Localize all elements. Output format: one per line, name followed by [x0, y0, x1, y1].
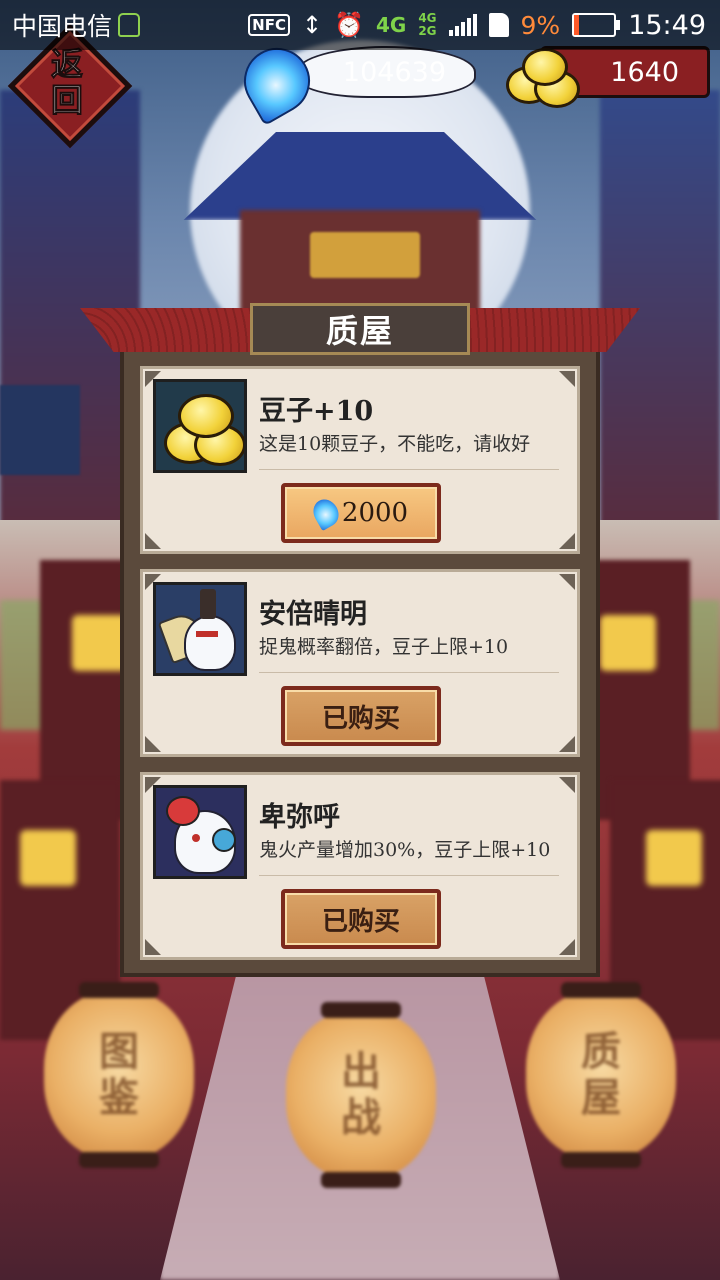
shop-item-seimei: 安倍晴明 捉鬼概率翻倍，豆子上限+10 已购买 — [140, 569, 580, 757]
shop-item-himiko: 卑弥呼 鬼火产量增加30%，豆子上限+10 已购买 — [140, 772, 580, 960]
battery-fill — [574, 15, 579, 35]
lantern-label: 出战 — [341, 1048, 381, 1141]
item-description: 捉鬼概率翻倍，豆子上限+10 — [259, 636, 509, 658]
beans-icon — [502, 46, 580, 108]
vibrate-icon: ↕ — [301, 11, 323, 39]
back-label-char: 返 — [50, 45, 83, 83]
divider — [259, 672, 559, 673]
lantern-cap — [321, 1002, 401, 1018]
beans-value: 1640 — [610, 56, 679, 88]
panel-title: 质屋 — [250, 303, 470, 355]
price-label: 2000 — [341, 498, 409, 528]
ghost-fire-value: 104639 — [342, 56, 446, 88]
buy-button[interactable]: 2000 — [281, 483, 441, 543]
lamp-light-right — [600, 615, 656, 671]
shop-item-beans: 豆子+10 这是10颗豆子，不能吃，请收好 2000 — [140, 366, 580, 554]
item-description: 这是10颗豆子，不能吃，请收好 — [259, 433, 531, 455]
item-name: 卑弥呼 — [259, 802, 340, 833]
left-building-sign — [0, 385, 80, 475]
lantern-collection[interactable]: 图鉴 — [44, 982, 194, 1168]
vpn-lock-icon — [118, 13, 141, 37]
back-label-char: 回 — [50, 81, 83, 119]
lamp-light-left-lower — [20, 830, 76, 886]
purchased-label: 已购买 — [321, 906, 400, 937]
himiko-ghost-icon — [153, 785, 247, 879]
lantern-cap — [321, 1172, 401, 1188]
item-name: 安倍晴明 — [259, 599, 367, 630]
lantern-label: 图鉴 — [99, 1028, 139, 1121]
item-name: 豆子+10 — [259, 396, 374, 427]
lantern-cap — [561, 1152, 641, 1168]
ghost-fire-icon — [308, 494, 344, 532]
network-label-2g: 2G — [418, 24, 437, 38]
carrier-name: 中国电信 — [12, 12, 113, 41]
lantern-cap — [79, 1152, 159, 1168]
purchased-label: 已购买 — [321, 703, 400, 734]
status-bar: 中国电信 NFC ↕ ⏰ 4G 4G 2G 9% 15:49 — [0, 0, 720, 50]
lantern-battle[interactable]: 出战 — [286, 1002, 436, 1188]
item-description: 鬼火产量增加30%，豆子上限+10 — [259, 839, 551, 861]
lantern-cap — [79, 982, 159, 998]
sim-card-icon — [488, 13, 509, 37]
divider — [259, 875, 559, 876]
purchased-button[interactable]: 已购买 — [281, 889, 441, 949]
alarm-icon: ⏰ — [334, 11, 364, 39]
back-button-label: 返 回 — [12, 45, 122, 119]
battery-icon — [572, 13, 621, 37]
network-type: 4G — [375, 13, 407, 37]
nfc-icon: NFC — [248, 14, 290, 36]
lantern-shop[interactable]: 质屋 — [526, 982, 676, 1168]
purchased-button[interactable]: 已购买 — [281, 686, 441, 746]
battery-percent: 9% — [520, 10, 561, 40]
lantern-label: 质屋 — [581, 1028, 621, 1121]
seimei-ghost-icon — [153, 582, 247, 676]
temple-sign — [310, 232, 420, 278]
lamp-light-right-lower — [646, 830, 702, 886]
beans-icon — [153, 379, 247, 473]
ghost-fire-counter: 104639 — [296, 46, 476, 98]
lantern-cap — [561, 982, 641, 998]
clock: 15:49 — [628, 9, 706, 41]
divider — [259, 469, 559, 470]
network-type-secondary: 4G 2G — [418, 12, 436, 38]
signal-icon — [448, 14, 477, 36]
